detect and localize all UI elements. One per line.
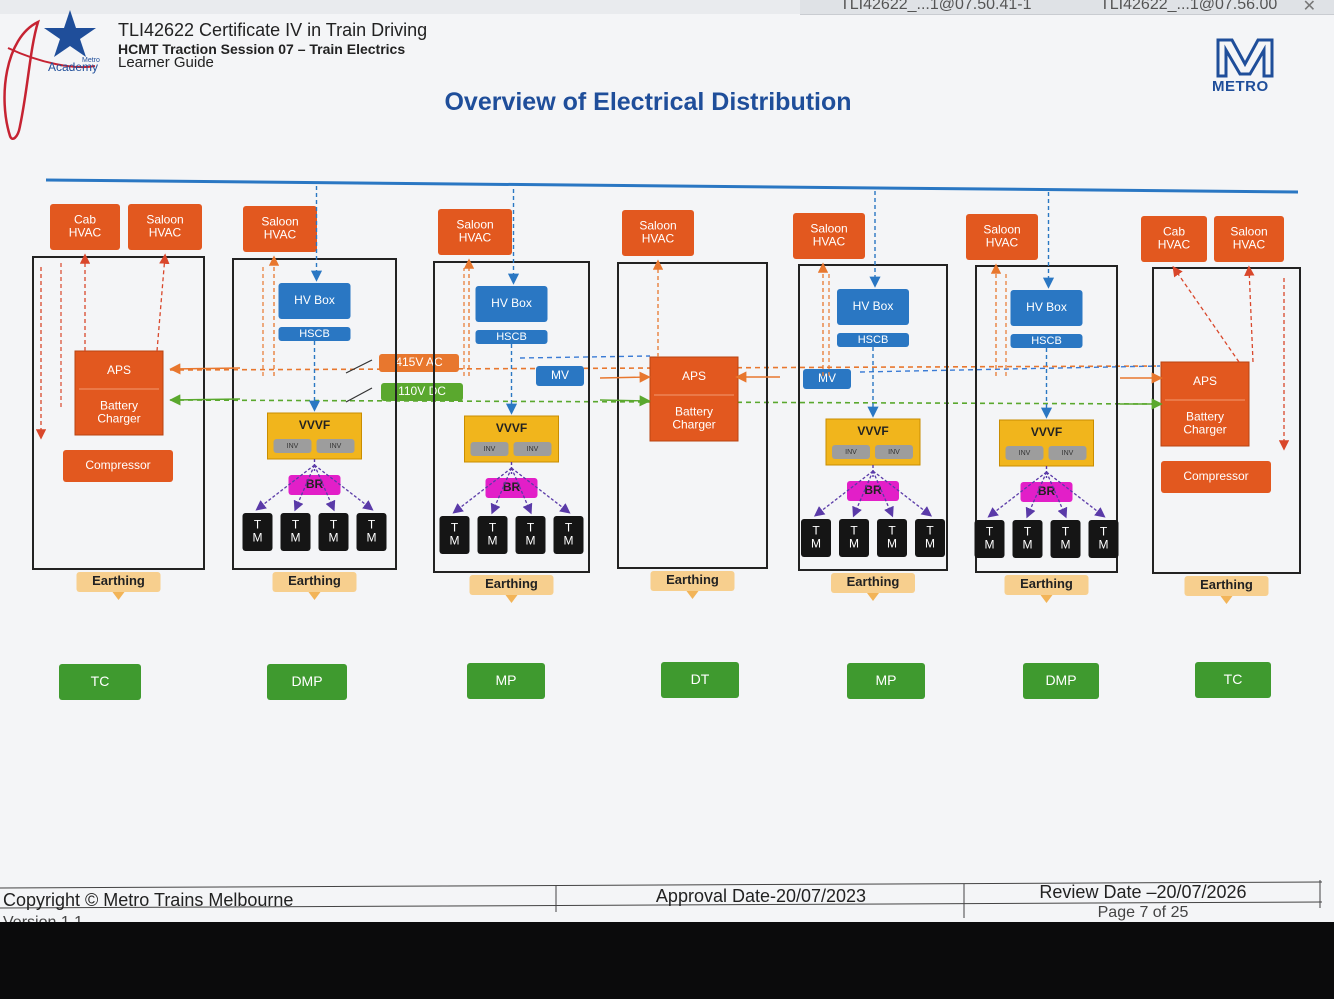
car-dt-hvac-1-label: Saloon HVAC	[639, 219, 676, 246]
car-mp-traction-motor-3-label: TM	[526, 521, 536, 548]
car-dmp2-traction-motor-4-label: TM	[1099, 525, 1109, 552]
car-dmp2-earthing-label: Earthing	[1020, 576, 1073, 591]
bus-label-415v-ac-label: 415V AC	[395, 355, 443, 369]
car-dmp2-traction-motor-2-label: TM	[1023, 525, 1033, 552]
car-dmp2-traction-motor-3-label: TM	[1061, 525, 1071, 552]
car-mp-inv-2-label: INV	[527, 446, 539, 453]
car-dmp2-earthing-arrow	[1040, 595, 1053, 603]
car-mp2-inv-1-label: INV	[845, 449, 857, 456]
car-dt-earthing-label: Earthing	[666, 572, 719, 587]
car-tc2-earthing-arrow	[1220, 596, 1233, 604]
car-tc2-earthing-label: Earthing	[1200, 577, 1253, 592]
car-dt-aps-label: APS	[682, 369, 706, 383]
overhead-hv-line	[45, 178, 1299, 194]
car-dmp-label-label: DMP	[291, 673, 322, 689]
car-tc2-saloon-hvac-feed	[1244, 265, 1255, 363]
bus-label-leader-dc	[345, 387, 373, 403]
car-mp-vvvf-label: VVVF	[496, 421, 527, 435]
electrical-distribution-diagram: 415V AC110V DCCab HVACSaloon HVACEarthingT…	[32, 178, 1301, 700]
car-mp-traction-motor-4-label: TM	[564, 521, 574, 548]
car-dt-earthing-arrow	[686, 591, 699, 599]
car-mp2-vvvf-label: VVVF	[857, 424, 888, 438]
car-dmp2-hvac-1-label: Saloon HVAC	[983, 223, 1020, 250]
car-dmp2-inv-2-label: INV	[1062, 450, 1074, 457]
car-dmp-inv-1-label: INV	[287, 443, 299, 450]
car-mp-traction-motor-1-label: TM	[450, 521, 460, 548]
car-tc2-aps-label: APS	[1193, 374, 1217, 388]
car-tc-earthing-label: Earthing	[92, 573, 145, 588]
car-dmp-hscb-label: HSCB	[299, 328, 330, 340]
car-mp-mv-label: MV	[551, 368, 569, 382]
footer-review-date: Review Date –20/07/2026	[1039, 882, 1247, 902]
car-dmp-inv-2-label: INV	[330, 443, 342, 450]
bus-label-110v-dc-label: 110V DC	[398, 384, 446, 398]
car-tc2-battery-charger: Battery Charger	[1183, 410, 1226, 437]
car-dmp2-vvvf-label: VVVF	[1031, 425, 1062, 439]
car-dmp-earthing-label: Earthing	[288, 573, 341, 588]
car-mp-inv-1-label: INV	[484, 446, 496, 453]
ac-bus-arrow-tc	[169, 363, 241, 375]
car-tc2-hvac-2-label: Saloon HVAC	[1230, 225, 1267, 252]
car-dmp2-traction-motor-1-label: TM	[985, 525, 995, 552]
car-dmp-earthing-arrow	[308, 592, 321, 600]
car-mp2-earthing-label: Earthing	[847, 574, 900, 589]
car-dmp-traction-motor-4-label: TM	[367, 518, 377, 545]
footer-approval-date: Approval Date-20/07/2023	[655, 886, 867, 906]
car-mp2-traction-motor-3-label: TM	[887, 524, 897, 551]
car-mp2-inv-2-label: INV	[888, 449, 900, 456]
car-mp2-traction-motor-4-label: TM	[925, 524, 935, 551]
mv-link-line-1	[519, 355, 651, 359]
screen-bezel	[0, 922, 1334, 999]
car-dt-battery-charger: Battery Charger	[672, 405, 715, 432]
car-tc2-compressor-label: Compressor	[1183, 469, 1248, 483]
car-dmp-hv-box-label: HV Box	[294, 293, 335, 307]
car-mp-label-label: MP	[496, 672, 517, 688]
car-tc-aps-label: APS	[107, 363, 131, 377]
car-mp2-mv-label: MV	[818, 371, 836, 385]
car-dmp-traction-motor-2-label: TM	[291, 518, 301, 545]
car-mp-hvac-1-label: Saloon HVAC	[456, 218, 493, 245]
car-mp-hscb-label: HSCB	[496, 331, 527, 343]
car-tc2-cab-hvac-feed	[1172, 265, 1240, 363]
car-dmp2-inv-1-label: INV	[1019, 450, 1031, 457]
car-tc-saloon-hvac-feed	[156, 253, 170, 352]
bus-label-leader-ac	[345, 359, 373, 374]
car-mp2-earthing-arrow	[867, 593, 879, 601]
car-mp-hv-box-label: HV Box	[491, 296, 532, 310]
car-dmp2-label-label: DMP	[1045, 672, 1076, 688]
car-tc-battery-charger: Battery Charger	[97, 399, 140, 426]
footer-page-number: Page 7 of 25	[1097, 904, 1189, 921]
car-dt-label-label: DT	[691, 671, 710, 687]
car-dmp2-hv-box-label: HV Box	[1026, 300, 1067, 314]
car-tc-hvac-2-label: Saloon HVAC	[146, 213, 183, 240]
car-dmp-hvac-1-label: Saloon HVAC	[261, 215, 298, 242]
car-dmp2-hscb-label: HSCB	[1031, 335, 1062, 347]
car-mp-earthing-arrow	[505, 595, 518, 603]
car-tc2-label-label: TC	[1224, 671, 1243, 687]
dc-bus-arrow-dt	[599, 395, 651, 407]
footer-copyright: Copyright © Metro Trains Melbourne	[3, 890, 294, 910]
car-mp2-label-label: MP	[876, 672, 897, 688]
car-tc-earthing-arrow	[112, 592, 125, 600]
car-dmp-traction-motor-1-label: TM	[253, 518, 263, 545]
car-dmp-vvvf-label: VVVF	[299, 418, 330, 432]
car-dmp-traction-motor-3-label: TM	[329, 518, 339, 545]
car-mp-earthing-label: Earthing	[485, 576, 538, 591]
car-tc-label-label: TC	[91, 673, 110, 689]
car-mp2-traction-motor-1-label: TM	[811, 524, 821, 551]
ac-bus-arrow-dt	[599, 371, 651, 383]
car-mp2-hscb-label: HSCB	[858, 334, 889, 346]
car-mp-traction-motor-2-label: TM	[488, 521, 498, 548]
dc-bus-arrow-tc	[169, 394, 241, 406]
car-mp2-hvac-1-label: Saloon HVAC	[810, 222, 847, 249]
car-mp2-traction-motor-2-label: TM	[849, 524, 859, 551]
car-tc-compressor-label: Compressor	[85, 458, 150, 472]
car-mp2-hv-box-label: HV Box	[853, 299, 894, 313]
